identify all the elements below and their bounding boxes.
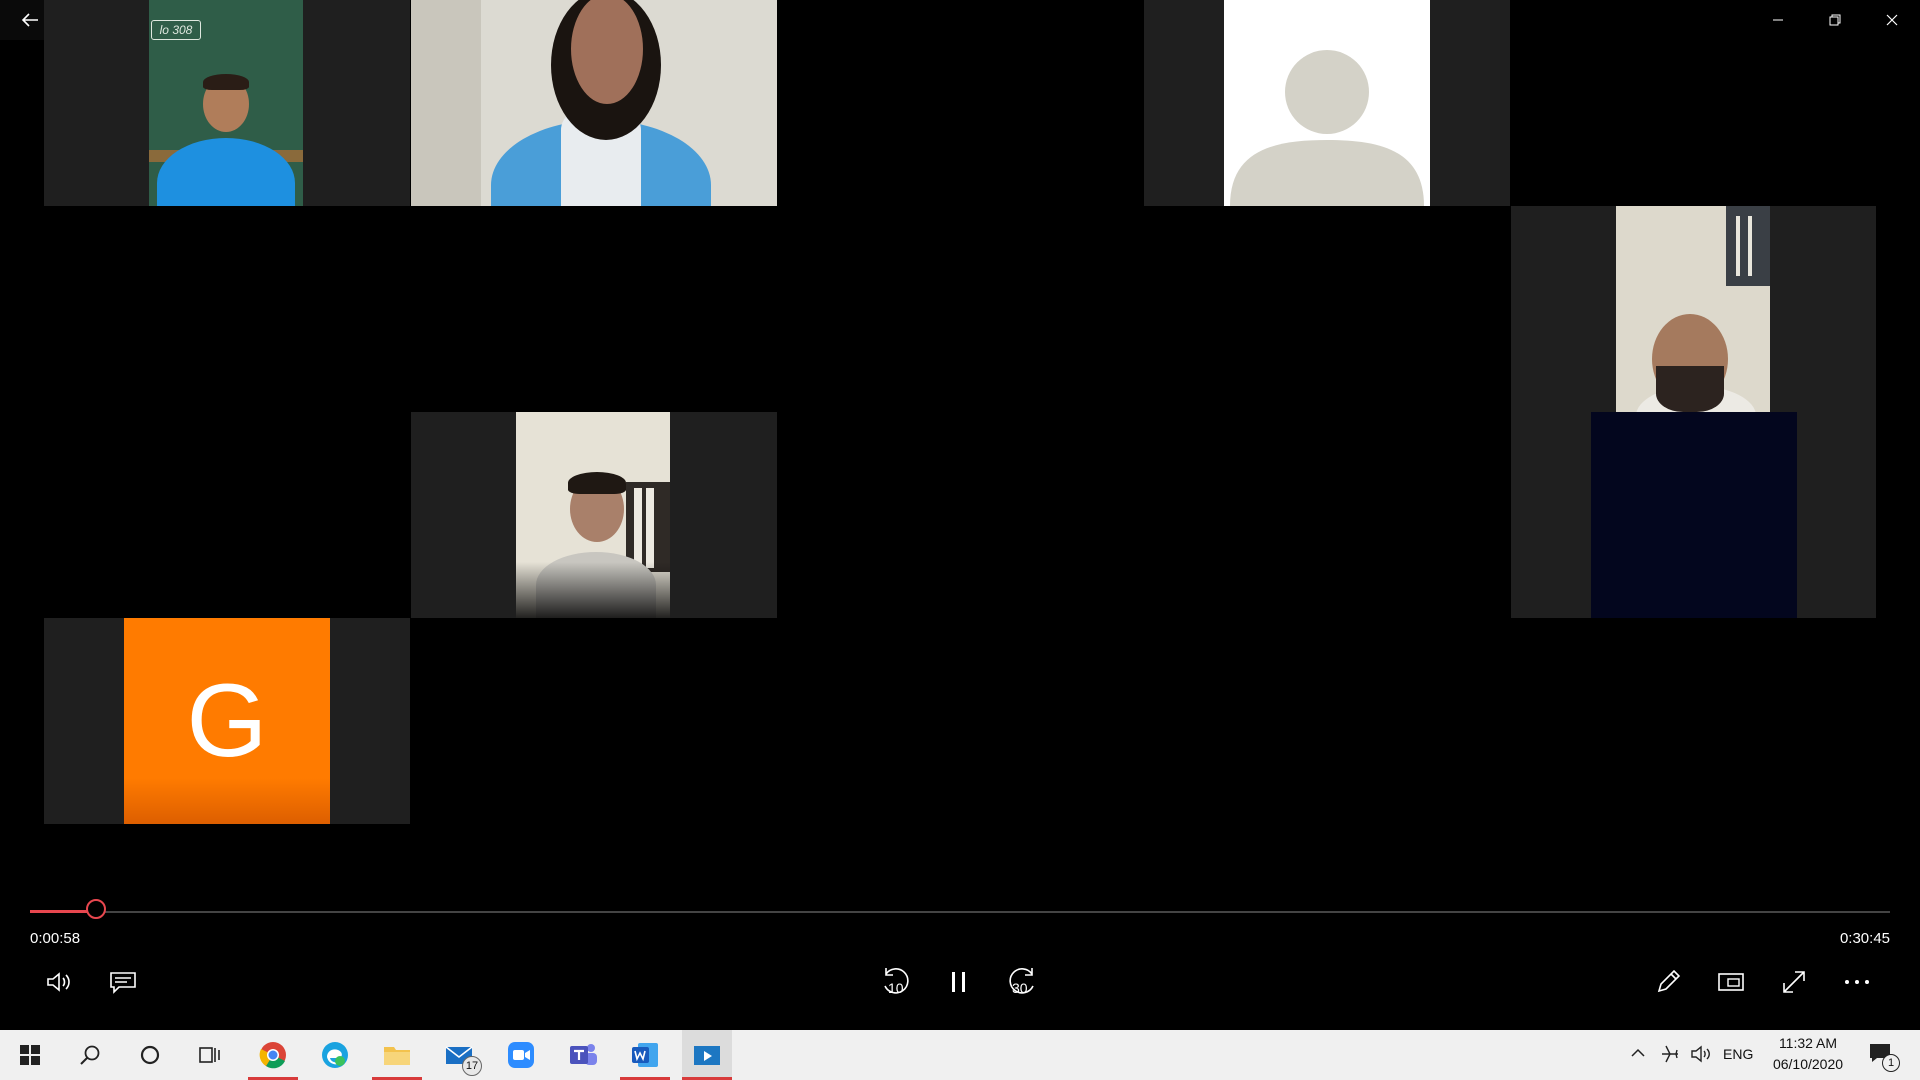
show-hidden-icons-button[interactable] [1630,1045,1646,1066]
restore-button[interactable] [1806,0,1863,40]
picture-in-picture-icon [1718,973,1744,991]
speaker-icon [47,972,70,992]
taskbar-movies-tv[interactable] [682,1030,732,1080]
volume-tray-button[interactable] [1690,1044,1712,1069]
minimize-button[interactable] [1749,0,1806,40]
task-view-button[interactable] [185,1030,235,1080]
participant-tile [411,412,777,618]
task-view-icon [199,1047,220,1063]
skip-back-button[interactable]: 10 [874,960,918,1004]
teams-icon [570,1044,597,1065]
search-icon [80,1045,100,1065]
movies-tv-icon [694,1046,720,1065]
start-button[interactable] [5,1030,55,1080]
clock-time[interactable]: 11:32 AM [1768,1035,1848,1051]
skip-forward-label: 30 [1012,980,1028,996]
volume-button[interactable] [38,960,82,1004]
taskbar-chrome[interactable] [248,1030,298,1080]
participant-tile [1511,206,1876,412]
avatar-letter: G [186,662,268,779]
seek-thumb[interactable] [86,899,106,919]
airplane-mode-button[interactable] [1660,1044,1680,1069]
participant-video: lo 308 [149,0,303,206]
arrow-left-icon [21,13,38,27]
cortana-icon [140,1045,160,1065]
mail-badge: 17 [462,1056,482,1076]
captions-icon [110,972,136,994]
minimize-icon [1772,19,1783,21]
chrome-icon [259,1042,286,1069]
language-indicator[interactable]: ENG [1723,1046,1753,1062]
more-options-button[interactable] [1835,960,1879,1004]
seek-track[interactable] [30,911,1890,913]
participant-tile: lo 308 [44,0,410,206]
windows-icon [20,1045,40,1065]
mini-view-button[interactable] [1709,960,1753,1004]
participant-video [1616,206,1770,412]
taskbar-zoom[interactable] [496,1030,546,1080]
fullscreen-button[interactable] [1772,960,1816,1004]
taskbar-edge[interactable] [310,1030,360,1080]
close-icon [1886,14,1897,26]
participant-tile: G [44,618,410,824]
participant-video [516,412,670,618]
word-icon [632,1043,658,1067]
search-button[interactable] [65,1030,115,1080]
participant-video [1591,412,1797,618]
edit-button[interactable] [1646,960,1690,1004]
participant-video [411,0,777,206]
action-center-button[interactable]: 1 [1868,1042,1908,1072]
participant-tile [1144,0,1510,206]
zoom-icon [508,1042,534,1068]
taskbar-teams[interactable] [558,1030,608,1080]
taskbar-file-explorer[interactable] [372,1030,422,1080]
pencil-icon [1657,969,1681,993]
edge-icon [322,1042,348,1068]
airplane-icon [1662,1045,1678,1063]
notification-badge: 1 [1882,1054,1900,1072]
participant-tile [1511,412,1876,618]
skip-forward-button[interactable]: 30 [1000,960,1044,1004]
expand-icon [1783,971,1805,993]
current-time: 0:00:58 [30,930,81,947]
letter-avatar: G [124,618,330,824]
default-avatar [1224,0,1430,206]
restore-icon [1829,14,1840,26]
skip-back-label: 10 [888,980,904,996]
cortana-button[interactable] [125,1030,175,1080]
speaker-icon [1691,1045,1710,1063]
clock-date[interactable]: 06/10/2020 [1768,1056,1848,1072]
chalkboard-text: lo 308 [151,20,201,40]
taskbar-word[interactable] [620,1030,670,1080]
more-icon [1845,980,1869,984]
total-time: 0:30:45 [1839,930,1890,947]
pause-button[interactable] [937,960,981,1004]
pause-icon [952,972,965,992]
close-button[interactable] [1863,0,1920,40]
taskbar: 17 ENG 11:32 AM 06/10/2020 1 [0,1030,1920,1080]
folder-icon [384,1047,410,1065]
participant-tile [411,0,777,206]
person-silhouette-icon [1230,50,1424,206]
chevron-up-icon [1631,1048,1645,1057]
captions-button[interactable] [101,960,145,1004]
taskbar-mail[interactable]: 17 [434,1030,484,1080]
